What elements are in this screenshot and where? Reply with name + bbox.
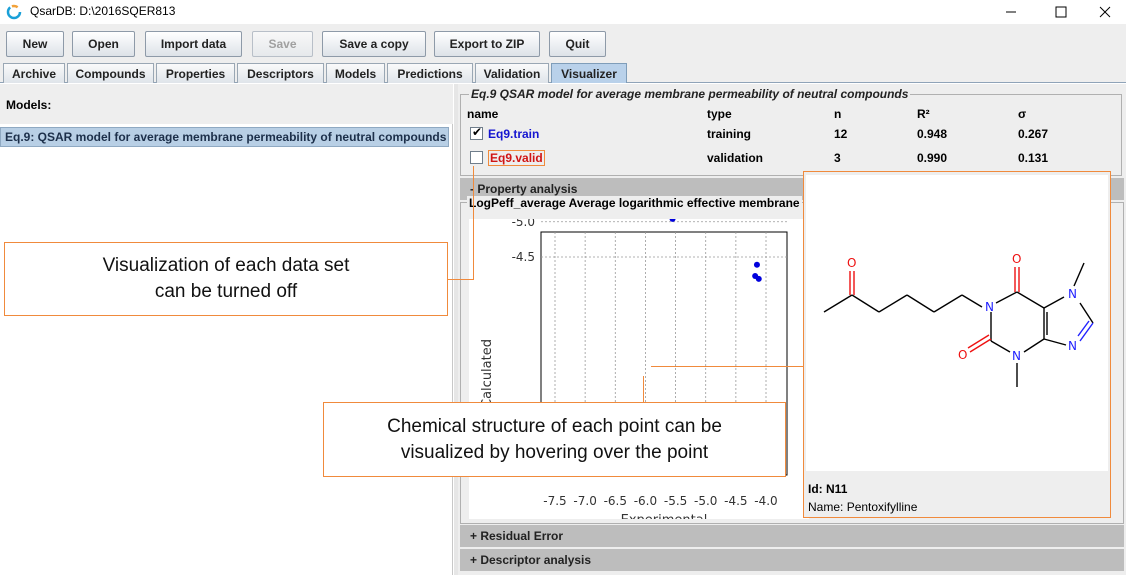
y-axis-label: Calculated — [480, 339, 495, 408]
residual-error-toggle[interactable]: + Residual Error — [460, 525, 1124, 547]
column-header-name: name — [467, 107, 499, 121]
data-point[interactable] — [755, 275, 762, 282]
x-tick-label: -6.5 — [604, 494, 627, 508]
dataset-sigma-valid: 0.131 — [1018, 151, 1049, 165]
tab-visualizer[interactable]: Visualizer — [551, 63, 627, 83]
tab-properties[interactable]: Properties — [156, 63, 235, 83]
pentoxifylline-structure-icon: O O O N N N N — [823, 252, 1094, 387]
close-icon — [1099, 6, 1111, 18]
close-button[interactable] — [1082, 0, 1126, 24]
x-tick-label: -4.0 — [754, 494, 777, 508]
save-button[interactable]: Save — [252, 31, 313, 57]
y-tick-label: -5.0 — [512, 219, 535, 229]
svg-text:N: N — [1068, 287, 1077, 301]
model-list-item[interactable]: Eq.9: QSAR model for average membrane pe… — [0, 127, 449, 147]
callout-connector — [448, 279, 473, 280]
maximize-button[interactable] — [1038, 0, 1084, 24]
column-header-n: n — [834, 107, 842, 121]
app-logo-icon — [6, 4, 22, 20]
toolbar: New Open Import data Save Save a copy Ex… — [0, 24, 1126, 61]
models-panel: Models: Eq.9: QSAR model for average mem… — [0, 84, 453, 575]
dataset-r2-train: 0.948 — [917, 127, 948, 141]
structure-callout-line1: Chemical structure of each point can be — [387, 415, 722, 437]
structure-callout: Chemical structure of each point can be … — [323, 402, 786, 477]
compound-name-label: Name: — [808, 500, 844, 514]
models-header: Models: — [0, 84, 453, 124]
tab-bar: Archive Compounds Properties Descriptors… — [0, 61, 1126, 83]
property-title: LogPeff_average Average logarithmic effe… — [467, 196, 802, 210]
descriptor-analysis-toggle[interactable]: + Descriptor analysis — [460, 549, 1124, 571]
tab-archive[interactable]: Archive — [3, 63, 65, 83]
svg-text:O: O — [1012, 252, 1021, 266]
tab-models[interactable]: Models — [326, 63, 385, 83]
quit-button[interactable]: Quit — [549, 31, 606, 57]
x-tick-label: -5.0 — [694, 494, 717, 508]
svg-text:N: N — [1012, 349, 1021, 363]
x-tick-label: -6.0 — [634, 494, 657, 508]
svg-text:N: N — [1068, 339, 1077, 353]
dataset-name-valid: Eq9.valid — [488, 150, 545, 166]
chemical-structure: O O O N N N N — [806, 175, 1108, 471]
export-zip-button[interactable]: Export to ZIP — [434, 31, 540, 57]
data-point[interactable] — [753, 261, 760, 268]
x-tick-label: -5.5 — [664, 494, 687, 508]
dataset-r2-valid: 0.990 — [917, 151, 948, 165]
tab-descriptors[interactable]: Descriptors — [237, 63, 324, 83]
callout-connector — [643, 376, 644, 402]
callout-connector — [651, 366, 803, 367]
svg-text:N: N — [985, 300, 994, 314]
visualization-callout-line2: can be turned off — [154, 281, 298, 302]
structure-popup: O O O N N N N Id: N11 Name: Pentoxifylli… — [803, 171, 1111, 518]
models-label: Models: — [6, 98, 52, 112]
tab-compounds[interactable]: Compounds — [67, 63, 154, 83]
dataset-name-train: Eq9.train — [488, 127, 540, 141]
compound-id-value: N11 — [826, 482, 848, 496]
checkmark-icon: ✔ — [472, 125, 483, 139]
save-copy-button[interactable]: Save a copy — [322, 31, 426, 57]
train-visibility-checkbox[interactable]: ✔ — [470, 125, 483, 140]
compound-name-value: Pentoxifylline — [846, 500, 918, 514]
model-summary-title: Eq.9 QSAR model for average membrane per… — [469, 87, 911, 101]
visualization-callout-line1: Visualization of each data set — [102, 255, 350, 276]
column-header-r2: R² — [917, 107, 930, 121]
x-axis-label: Experimental — [621, 513, 708, 519]
y-tick-label: -4.5 — [512, 250, 535, 264]
compound-id: Id: N11 — [808, 482, 847, 496]
window-title: QsarDB: D:\2016SQER813 — [30, 4, 176, 18]
compound-name: Name: Pentoxifylline — [808, 500, 917, 514]
dataset-n-valid: 3 — [834, 151, 841, 165]
minimize-icon — [1006, 11, 1016, 13]
visualization-callout: Visualization of each data set can be tu… — [4, 242, 448, 316]
minimize-button[interactable] — [988, 0, 1034, 24]
x-tick-label: -4.5 — [724, 494, 747, 508]
model-list-item-label: Eq.9: QSAR model for average membrane pe… — [5, 130, 447, 144]
maximize-icon — [1055, 6, 1067, 18]
dataset-sigma-train: 0.267 — [1018, 127, 1049, 141]
callout-connector — [473, 166, 474, 280]
title-bar: QsarDB: D:\2016SQER813 — [0, 0, 1126, 24]
valid-visibility-checkbox[interactable] — [470, 151, 483, 164]
svg-text:O: O — [847, 256, 856, 270]
dataset-type-train: training — [707, 127, 751, 141]
structure-callout-line2: visualized by hovering over the point — [400, 441, 709, 463]
tab-validation[interactable]: Validation — [475, 63, 549, 83]
x-tick-label: -7.0 — [573, 494, 596, 508]
compound-id-label: Id: — [808, 482, 823, 496]
x-tick-label: -7.5 — [543, 494, 566, 508]
tab-predictions[interactable]: Predictions — [387, 63, 473, 83]
svg-text:O: O — [958, 348, 967, 362]
import-data-button[interactable]: Import data — [145, 31, 242, 57]
dataset-type-valid: validation — [707, 151, 764, 165]
open-button[interactable]: Open — [72, 31, 135, 57]
column-header-sigma: σ — [1018, 107, 1027, 121]
dataset-n-train: 12 — [834, 127, 848, 141]
new-button[interactable]: New — [6, 31, 64, 57]
column-header-type: type — [707, 107, 732, 121]
model-summary-group: Eq.9 QSAR model for average membrane per… — [460, 87, 1122, 176]
